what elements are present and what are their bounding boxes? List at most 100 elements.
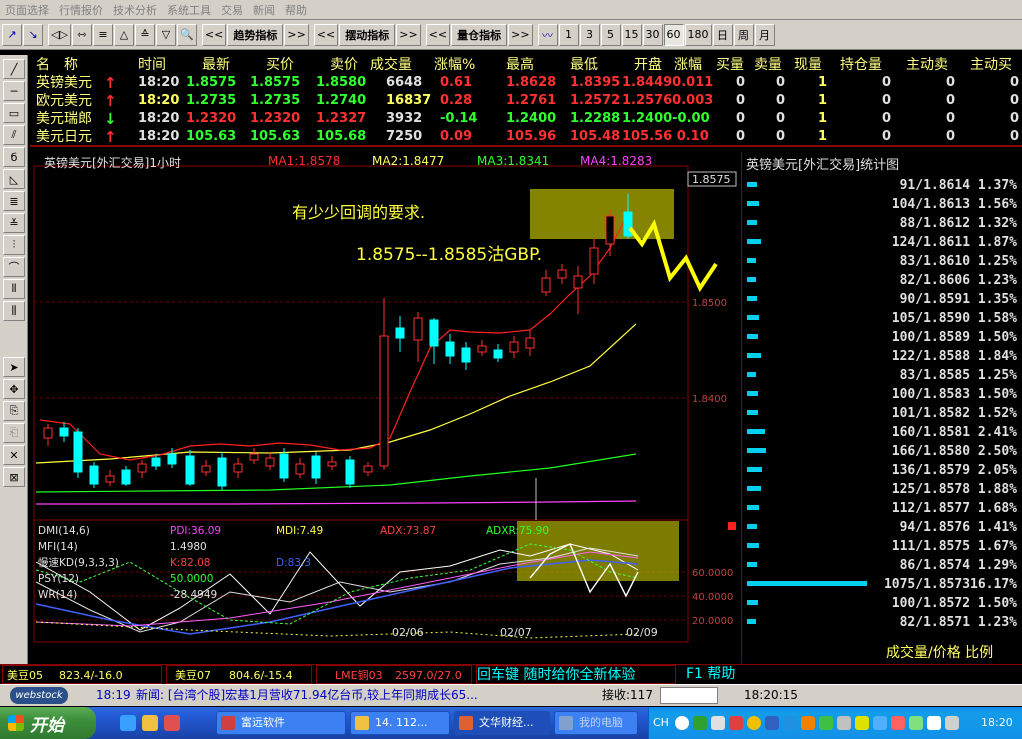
toolbar-back-button[interactable]: << — [201, 23, 227, 46]
zoom-icon[interactable]: 🔍 — [176, 23, 197, 46]
ticker-item-1[interactable]: 美豆05 823.4/-16.0 — [2, 665, 162, 684]
scroll-both-icon[interactable]: ◁▷ — [48, 23, 71, 46]
task-fuyuan[interactable]: 富远软件 — [216, 711, 346, 735]
task-wenhua[interactable]: 文华财经... — [454, 711, 550, 735]
news-headline[interactable]: 新闻: [台湾个股]宏基1月营收71.94亿台币,较上年同期成长65... — [136, 687, 478, 704]
ticker-item-2[interactable]: 美豆07 804.6/-15.4 — [166, 665, 312, 684]
period-month-button[interactable]: 月 — [754, 23, 775, 46]
menu-news[interactable]: 新闻 — [248, 2, 280, 18]
swing-indicator-button[interactable]: 摆动指标 — [339, 23, 396, 46]
bars-tool-icon[interactable]: ⫼ — [3, 301, 25, 321]
menu-system-tools[interactable]: 系统工具 — [162, 2, 216, 18]
move-pointer-icon[interactable]: ✥ — [3, 379, 25, 399]
quote-row[interactable]: 美元瑞郎 ↓ 18:20 1.2320 1.2320 1.2327 3932 -0.14 1.2… — [30, 110, 1022, 128]
col-low[interactable]: 最低 — [570, 56, 598, 74]
task-folder[interactable]: 14. 112... — [350, 711, 450, 735]
desktop-quicklaunch-icon[interactable] — [142, 715, 158, 731]
period-60-button[interactable]: 60 — [663, 23, 684, 46]
media-quicklaunch-icon[interactable] — [164, 715, 180, 731]
triangle-down-icon[interactable]: ▽ — [155, 23, 176, 46]
period-week-button[interactable]: 周 — [733, 23, 754, 46]
hline-tool-icon[interactable]: ─ — [3, 81, 25, 101]
fibonacci-tool-icon[interactable]: б — [3, 147, 25, 167]
trend-indicator-button[interactable]: 趋势指标 — [227, 23, 284, 46]
volume-indicator-button[interactable]: 量仓指标 — [451, 23, 508, 46]
triangle-tool-icon[interactable]: ◺ — [3, 169, 25, 189]
trend-up-icon[interactable]: ↗ — [2, 23, 22, 46]
period-5-button[interactable]: 5 — [600, 23, 621, 46]
shift-icon[interactable]: ⇿ — [71, 23, 92, 46]
tray-icon-7[interactable] — [801, 716, 815, 730]
ticker-item-3[interactable]: LME铜03 2597.0/27.0 — [316, 665, 472, 684]
vline-tool-icon[interactable]: ⦀ — [3, 279, 25, 299]
col-ask[interactable]: 卖价 — [330, 56, 358, 74]
tray-icon-5[interactable] — [765, 716, 779, 730]
arc-tool-icon[interactable]: ⌒ — [3, 257, 25, 277]
col-change[interactable]: 涨幅 — [674, 56, 702, 74]
delete-icon[interactable]: ✕ — [3, 445, 25, 465]
period-day-button[interactable]: 日 — [712, 23, 733, 46]
col-change-pct[interactable]: 涨幅% — [434, 56, 475, 74]
swing-back-button[interactable]: << — [313, 23, 339, 46]
top-line-icon[interactable]: ≡ — [92, 23, 113, 46]
col-open-int[interactable]: 持仓量 — [840, 56, 882, 74]
period-1-button[interactable]: 1 — [558, 23, 579, 46]
col-active-buy[interactable]: 主动买 — [970, 56, 1012, 74]
volume-tray-icon[interactable] — [945, 716, 959, 730]
col-last[interactable]: 最新 — [202, 56, 230, 74]
volume-back-button[interactable]: << — [425, 23, 451, 46]
tray-icon-13[interactable] — [909, 716, 923, 730]
col-ask-qty[interactable]: 卖量 — [754, 56, 782, 74]
qq-tray-icon[interactable] — [747, 716, 761, 730]
col-open[interactable]: 开盘 — [634, 56, 662, 74]
col-volume[interactable]: 成交量 — [370, 56, 412, 74]
period-15-button[interactable]: 15 — [621, 23, 642, 46]
tray-icon-3[interactable] — [729, 716, 743, 730]
menu-page-select[interactable]: 页面选择 — [0, 2, 54, 18]
task-my-computer[interactable]: 我的电脑 — [554, 711, 638, 735]
line-tool-icon[interactable]: ╱ — [3, 59, 25, 79]
delete-all-icon[interactable]: ⊠ — [3, 467, 25, 487]
command-input[interactable] — [660, 687, 718, 704]
percent-tool-icon[interactable]: ≚ — [3, 213, 25, 233]
col-active-sell[interactable]: 主动卖 — [906, 56, 948, 74]
network-tray-icon[interactable] — [873, 716, 887, 730]
menu-trade[interactable]: 交易 — [216, 2, 248, 18]
quote-row[interactable]: 英镑美元 ↑ 18:20 1.8575 1.8575 1.8580 6648 0.61 1.86… — [30, 74, 1022, 92]
col-bid-qty[interactable]: 买量 — [716, 56, 744, 74]
rect-tool-icon[interactable]: ▭ — [3, 103, 25, 123]
period-180-button[interactable]: 180 — [684, 23, 712, 46]
gann-tool-icon[interactable]: ≣ — [3, 191, 25, 211]
quote-row[interactable]: 欧元美元 ↑ 18:20 1.2735 1.2735 1.2740 16837 0.28 1.2… — [30, 92, 1022, 110]
tray-icon-9[interactable] — [837, 716, 851, 730]
ime-indicator[interactable]: CH — [653, 716, 669, 729]
col-time[interactable]: 时间 — [138, 56, 166, 74]
triangle-mid-icon[interactable]: ≙ — [134, 23, 155, 46]
tray-icon-1[interactable] — [693, 716, 707, 730]
tray-icon-2[interactable] — [711, 716, 725, 730]
browser-quicklaunch-icon[interactable] — [120, 715, 136, 731]
tray-icon-12[interactable] — [891, 716, 905, 730]
col-cur-qty[interactable]: 现量 — [794, 56, 822, 74]
channel-tool-icon[interactable]: ⫽ — [3, 125, 25, 145]
menu-help[interactable]: 帮助 — [280, 2, 312, 18]
tray-icon-10[interactable] — [855, 716, 869, 730]
triangle-up-icon[interactable]: △ — [113, 23, 134, 46]
help-hint[interactable]: F1 帮助 — [686, 665, 735, 684]
trend-down-icon[interactable]: ↘ — [23, 23, 43, 46]
menu-quotes[interactable]: 行情报价 — [54, 2, 108, 18]
swing-more-button[interactable]: >> — [396, 23, 421, 46]
pointer-icon[interactable]: ➤ — [3, 357, 25, 377]
menu-tech-analysis[interactable]: 技术分析 — [108, 2, 162, 18]
copy-icon[interactable]: ⎘ — [3, 401, 25, 421]
period-3-button[interactable]: 3 — [579, 23, 600, 46]
volume-more-button[interactable]: >> — [508, 23, 533, 46]
quote-row[interactable]: 美元日元 ↑ 18:20 105.63 105.63 105.68 7250 0.09 105.… — [30, 128, 1022, 146]
help-tray-icon[interactable] — [675, 716, 689, 730]
paste-icon[interactable]: ⎗ — [3, 423, 25, 443]
period-30-button[interactable]: 30 — [642, 23, 663, 46]
kline-chart[interactable]: 1.8500 1.8400 1.8575 60.0000 40.0000 20.0000 有… — [30, 152, 738, 644]
start-button[interactable]: 开始 — [0, 707, 96, 739]
tray-icon-6[interactable] — [783, 716, 797, 730]
trend-more-button[interactable]: >> — [284, 23, 309, 46]
